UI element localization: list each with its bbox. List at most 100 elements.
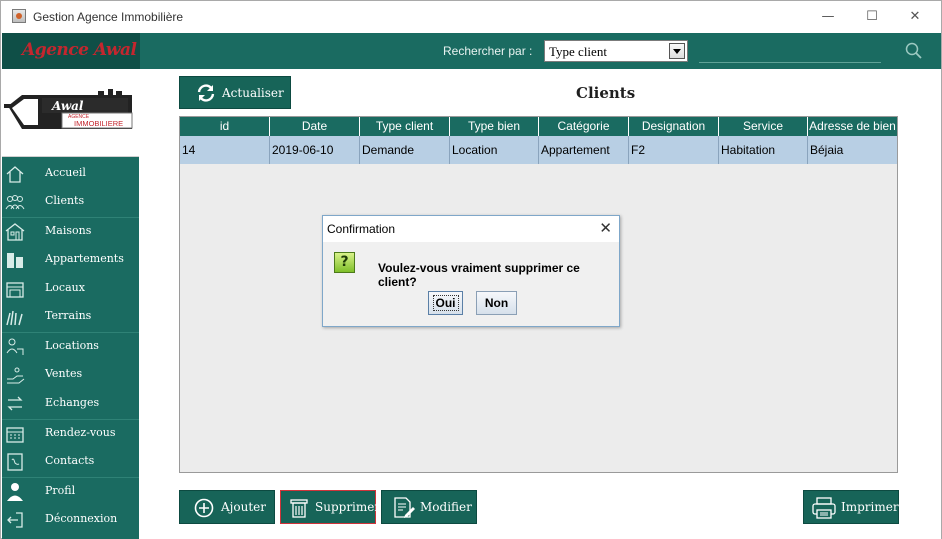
sidebar-item-label: Contacts (45, 454, 95, 467)
sidebar-item-maisons[interactable]: Maisons (2, 218, 139, 246)
column-header-categorie[interactable]: Catégorie (539, 117, 629, 136)
search-input[interactable] (699, 41, 881, 63)
sidebar-item-rendez-vous[interactable]: Rendez-vous (2, 420, 139, 448)
house-icon (5, 223, 25, 241)
print-label: Imprimer (841, 500, 899, 514)
dialog-title: Confirmation (327, 222, 396, 236)
key-logo-icon: Awal AGENCE IMMOBILIERE (4, 89, 133, 129)
sidebar: Awal AGENCE IMMOBILIERE Accueil Clients … (2, 69, 139, 539)
sidebar-item-deconnexion[interactable]: Déconnexion (2, 506, 139, 534)
table-cell: Demande (360, 136, 450, 164)
edit-button[interactable]: Modifier (381, 490, 477, 524)
close-window-button[interactable]: ✕ (900, 6, 930, 28)
calendar-icon (6, 427, 24, 443)
search-by-label: Rechercher par : (443, 44, 533, 58)
table-row[interactable]: 14 2019-06-10 Demande Location Apparteme… (180, 136, 897, 164)
sidebar-item-terrains[interactable]: Terrains (2, 303, 139, 331)
logo-subtitle: IMMOBILIERE (74, 119, 123, 128)
search-by-select[interactable]: Type client (544, 40, 688, 62)
sidebar-item-label: Echanges (45, 396, 100, 409)
sidebar-item-clients[interactable]: Clients (2, 188, 139, 216)
sidebar-item-ventes[interactable]: Ventes (2, 361, 139, 389)
column-header-id[interactable]: id (180, 117, 270, 136)
question-icon: ? (334, 252, 355, 273)
dialog-close-button[interactable]: ✕ (599, 219, 612, 237)
add-button[interactable]: Ajouter (179, 490, 275, 524)
yes-label: Oui (432, 295, 459, 311)
column-header-designation[interactable]: Designation (629, 117, 719, 136)
minimize-button[interactable]: — (813, 6, 843, 28)
logout-icon (7, 512, 23, 528)
sidebar-item-label: Accueil (45, 166, 86, 179)
java-app-icon (12, 9, 26, 23)
sidebar-item-label: Déconnexion (45, 512, 118, 525)
no-label: Non (484, 296, 509, 310)
table-cell: Location (450, 136, 539, 164)
sidebar-item-label: Maisons (45, 224, 92, 237)
table-cell: Béjaia (810, 143, 844, 157)
sidebar-item-label: Locaux (45, 281, 85, 294)
page-title: Clients (576, 84, 636, 102)
sidebar-item-label: Locations (45, 339, 99, 352)
user-icon (7, 483, 23, 501)
search-icon[interactable] (904, 41, 924, 61)
add-label: Ajouter (221, 500, 266, 514)
brand-title: Agence Awal (22, 40, 137, 60)
column-header-type-client[interactable]: Type client (360, 117, 450, 136)
dropdown-arrow-icon[interactable] (669, 43, 685, 59)
top-bar: Agence Awal Rechercher par : Type client (2, 33, 941, 69)
sidebar-item-locations[interactable]: Locations (2, 333, 139, 361)
sidebar-item-label: Appartements (45, 252, 124, 265)
agency-logo: Awal AGENCE IMMOBILIERE (2, 69, 139, 157)
no-button[interactable]: Non (476, 291, 517, 315)
sidebar-item-contacts[interactable]: Contacts (2, 448, 139, 476)
brand-box: Agence Awal (2, 33, 140, 69)
refresh-button[interactable]: Actualiser (179, 76, 291, 109)
column-header-date[interactable]: Date (270, 117, 360, 136)
contacts-icon (7, 453, 23, 471)
column-header-type-bien[interactable]: Type bien (450, 117, 539, 136)
sidebar-item-label: Rendez-vous (45, 426, 116, 439)
maximize-button[interactable]: ☐ (857, 6, 887, 28)
refresh-label: Actualiser (222, 86, 284, 100)
sidebar-item-echanges[interactable]: Echanges (2, 390, 139, 418)
column-header-adresse[interactable]: Adresse de bien (808, 117, 897, 136)
refresh-icon (197, 84, 215, 102)
sidebar-item-profil[interactable]: Profil (2, 478, 139, 506)
rental-icon (6, 338, 24, 355)
sidebar-item-label: Terrains (45, 309, 92, 322)
table-cell: 14 (180, 136, 270, 164)
dialog-message: Voulez-vous vraiment supprimer ce client… (378, 261, 580, 289)
land-icon (6, 310, 23, 326)
sidebar-item-accueil[interactable]: Accueil (2, 160, 139, 188)
sidebar-item-locaux[interactable]: Locaux (2, 275, 139, 303)
table-header: id Date Type client Type bien Catégorie … (180, 117, 897, 136)
sale-icon (7, 367, 25, 384)
delete-button[interactable]: Supprimer (280, 490, 380, 524)
plus-circle-icon (194, 498, 214, 518)
printer-icon (812, 497, 836, 519)
logo-word: Awal (51, 99, 84, 113)
yes-button[interactable]: Oui (428, 291, 463, 315)
store-icon (6, 282, 24, 298)
window-titlebar: Gestion Agence Immobilière — ☐ ✕ (1, 1, 941, 33)
sidebar-item-label: Ventes (45, 367, 83, 380)
table-cell: Habitation (719, 136, 808, 164)
delete-label: Supprimer (315, 500, 381, 514)
app-window: Gestion Agence Immobilière — ☐ ✕ Agence … (0, 0, 942, 539)
sidebar-item-label: Profil (45, 484, 76, 497)
table-cell: 2019-06-10 (270, 136, 360, 164)
table-cell: F2 (629, 136, 719, 164)
home-icon (6, 166, 24, 183)
dialog-titlebar: Confirmation ✕ (323, 216, 619, 242)
search-by-value: Type client (549, 44, 607, 59)
sidebar-item-label: Clients (45, 194, 85, 207)
clients-icon (5, 195, 25, 210)
sidebar-item-appartements[interactable]: Appartements (2, 246, 139, 274)
column-header-service[interactable]: Service (719, 117, 808, 136)
window-title: Gestion Agence Immobilière (33, 10, 184, 24)
table-cell: Appartement (539, 136, 629, 164)
building-icon (7, 253, 23, 268)
print-button[interactable]: Imprimer (803, 490, 899, 524)
edit-label: Modifier (420, 500, 472, 514)
